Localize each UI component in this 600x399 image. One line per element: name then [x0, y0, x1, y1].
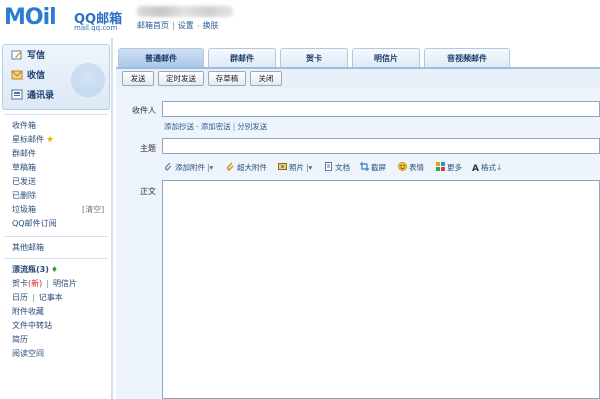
top-links: 邮箱首页 | 设置 - 换肤: [137, 21, 219, 30]
bottle-icon: ♦: [50, 265, 59, 274]
qq-mail-logo[interactable]: MOil QQ邮箱 mail.qq.com: [4, 5, 132, 33]
contacts-button[interactable]: 通讯录: [11, 89, 54, 103]
sidebar-actions: 写信 收信 通讯录: [2, 44, 110, 110]
notes-link[interactable]: 记事本: [39, 293, 63, 302]
tab-greeting-card[interactable]: 贺卡: [280, 48, 348, 68]
settings-link[interactable]: 设置: [178, 21, 194, 30]
drift-bottle-label: 漂流瓶(3): [12, 265, 49, 274]
folder-deleted[interactable]: 已删除: [12, 190, 36, 202]
folder-starred[interactable]: 星标邮件 ★: [12, 134, 54, 146]
calendar-link[interactable]: 日历: [12, 293, 28, 302]
qq-penguin-decoration: [71, 63, 105, 97]
photo-button[interactable]: 照片 |▾: [278, 162, 312, 174]
subject-input[interactable]: [162, 138, 600, 154]
tab-group-mail[interactable]: 群邮件: [208, 48, 276, 68]
resume[interactable]: 简历: [12, 334, 28, 346]
star-icon: ★: [46, 135, 55, 145]
screenshot-label: 截屏: [371, 163, 386, 172]
photo-label: 照片: [289, 163, 304, 172]
drift-bottle[interactable]: 漂流瓶(3) ♦: [12, 264, 58, 276]
skin-link[interactable]: 换肤: [203, 21, 219, 30]
document-button[interactable]: 文档: [324, 162, 350, 174]
screenshot-icon: [360, 162, 369, 171]
sidebar: 写信 收信 通讯录 收件箱 星标邮件 ★ 群邮件 草稿箱 已发送 已删除 垃圾箱 …: [0, 38, 112, 399]
send-button[interactable]: 发送: [122, 71, 154, 86]
grid-icon: [436, 162, 445, 171]
folder-starred-label: 星标邮件: [12, 135, 44, 144]
compose-tabs: 普通邮件 群邮件 贺卡 明信片 音视频邮件: [116, 48, 600, 68]
folder-drafts[interactable]: 草稿箱: [12, 162, 36, 174]
file-transfer[interactable]: 文件中转站: [12, 320, 52, 332]
card-label: 贺卡: [12, 279, 28, 288]
screenshot-button[interactable]: 截屏: [360, 162, 386, 174]
envelope-icon: [11, 69, 23, 80]
tab-av-mail[interactable]: 音视频邮件: [424, 48, 510, 68]
compose-label: 写信: [27, 51, 46, 61]
format-label: 格式: [480, 163, 496, 172]
compose-button[interactable]: 写信: [11, 49, 45, 63]
account-name-redacted: [137, 6, 233, 17]
recipient-input[interactable]: [162, 101, 600, 117]
new-badge: (新): [28, 279, 43, 288]
clear-spam-link[interactable]: [清空]: [82, 204, 104, 216]
add-bcc-link[interactable]: 添加密送: [201, 122, 231, 131]
postcard-link[interactable]: 明信片: [53, 279, 77, 288]
header: MOil QQ邮箱 mail.qq.com 邮箱首页 | 设置 - 换肤: [0, 0, 600, 38]
folder-spam[interactable]: 垃圾箱: [12, 204, 36, 216]
document-label: 文档: [335, 163, 350, 172]
save-draft-button[interactable]: 存草稿: [208, 71, 246, 86]
large-attachment-button[interactable]: 超大附件: [226, 162, 267, 174]
photo-icon: [278, 162, 287, 171]
emoji-label: 表情: [409, 163, 424, 172]
recipient-options: 添加抄送 - 添加密送 | 分别发送: [164, 122, 268, 131]
compose-toolbar: 发送 定时发送 存草稿 关闭: [116, 69, 600, 89]
add-cc-link[interactable]: 添加抄送: [164, 122, 194, 131]
receive-label: 收信: [27, 71, 46, 81]
to-label: 收件人: [132, 106, 156, 115]
paperclip-icon: [164, 162, 173, 171]
other-mailboxes[interactable]: 其他邮箱: [12, 242, 44, 254]
sidebar-divider: [4, 258, 108, 259]
close-button[interactable]: 关闭: [250, 71, 282, 86]
body-label: 正文: [140, 187, 156, 196]
paperclip-large-icon: [226, 162, 235, 171]
sidebar-border: [111, 38, 113, 399]
folder-sent[interactable]: 已发送: [12, 176, 36, 188]
more-button[interactable]: 更多: [436, 162, 462, 174]
sidebar-divider: [4, 114, 108, 115]
contacts-label: 通讯录: [27, 91, 55, 101]
large-attachment-label: 超大附件: [237, 163, 267, 172]
editor-toolbar: 添加附件 |▾ 超大附件 照片 |▾ 文档 截屏 表情 更多 A 格式↓: [162, 159, 600, 177]
folder-inbox[interactable]: 收件箱: [12, 120, 36, 132]
folder-group[interactable]: 群邮件: [12, 148, 36, 160]
pencil-icon: [11, 49, 23, 60]
more-label: 更多: [447, 163, 462, 172]
home-link[interactable]: 邮箱首页: [137, 21, 169, 30]
logo-url: mail.qq.com: [74, 24, 118, 32]
tab-postcard[interactable]: 明信片: [352, 48, 420, 68]
add-attachment-button[interactable]: 添加附件 |▾: [164, 162, 213, 174]
tab-normal-mail[interactable]: 普通邮件: [118, 48, 204, 68]
format-button[interactable]: A 格式↓: [472, 162, 502, 174]
inbox-check-button[interactable]: 收信: [11, 69, 45, 83]
send-separately-link[interactable]: 分别发送: [237, 122, 267, 131]
contacts-book-icon: [11, 89, 23, 100]
logo-wordmark: MOil: [4, 5, 57, 30]
folder-subscription[interactable]: QQ邮件订阅: [12, 218, 57, 230]
body-editor[interactable]: [162, 180, 600, 399]
subject-label: 主题: [140, 144, 156, 153]
calendar-notes: 日历 | 记事本: [12, 293, 63, 302]
font-format-icon: A: [472, 164, 479, 174]
attachment-favorites[interactable]: 附件收藏: [12, 306, 44, 318]
sidebar-divider: [4, 236, 108, 237]
add-attachment-label: 添加附件: [175, 163, 205, 172]
emoji-button[interactable]: 表情: [398, 162, 424, 174]
document-icon: [324, 162, 333, 171]
smiley-icon: [398, 162, 407, 171]
greeting-cards[interactable]: 贺卡(新) | 明信片: [12, 278, 77, 290]
reading-space[interactable]: 阅读空间: [12, 348, 44, 360]
scheduled-send-button[interactable]: 定时发送: [158, 71, 204, 86]
